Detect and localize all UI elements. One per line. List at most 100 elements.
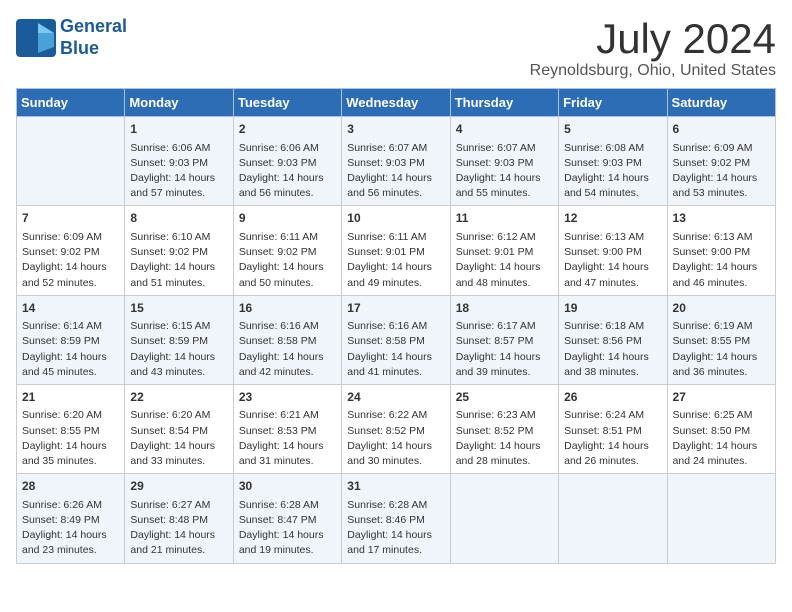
day-info-line: Sunset: 9:00 PM — [564, 245, 661, 260]
day-info-line: Sunset: 9:00 PM — [673, 245, 770, 260]
calendar-cell: 22Sunrise: 6:20 AMSunset: 8:54 PMDayligh… — [125, 384, 233, 473]
day-info-line: Sunset: 8:46 PM — [347, 513, 444, 528]
day-number: 19 — [564, 300, 661, 317]
day-number: 22 — [130, 389, 227, 406]
day-info-line: Sunset: 9:02 PM — [239, 245, 336, 260]
day-info-line: Sunset: 8:59 PM — [22, 334, 119, 349]
calendar-cell: 8Sunrise: 6:10 AMSunset: 9:02 PMDaylight… — [125, 206, 233, 295]
day-info-line: and 24 minutes. — [673, 454, 770, 469]
day-info-line: Daylight: 14 hours — [130, 350, 227, 365]
day-info-line: and 19 minutes. — [239, 543, 336, 558]
day-info-line: Sunset: 8:52 PM — [347, 424, 444, 439]
day-info-line: Sunrise: 6:20 AM — [22, 408, 119, 423]
day-info-line: and 38 minutes. — [564, 365, 661, 380]
calendar-cell: 18Sunrise: 6:17 AMSunset: 8:57 PMDayligh… — [450, 295, 558, 384]
calendar-cell: 17Sunrise: 6:16 AMSunset: 8:58 PMDayligh… — [342, 295, 450, 384]
day-number: 13 — [673, 210, 770, 227]
weekday-header-tuesday: Tuesday — [233, 89, 341, 117]
day-number: 6 — [673, 121, 770, 138]
day-info-line: Sunrise: 6:24 AM — [564, 408, 661, 423]
day-info-line: Sunrise: 6:13 AM — [673, 230, 770, 245]
day-info-line: Sunset: 8:47 PM — [239, 513, 336, 528]
day-info-line: and 52 minutes. — [22, 276, 119, 291]
day-info-line: Daylight: 14 hours — [239, 171, 336, 186]
calendar-cell: 24Sunrise: 6:22 AMSunset: 8:52 PMDayligh… — [342, 384, 450, 473]
day-info-line: Sunrise: 6:10 AM — [130, 230, 227, 245]
day-info-line: Daylight: 14 hours — [564, 260, 661, 275]
day-info-line: Daylight: 14 hours — [673, 350, 770, 365]
day-info-line: Sunset: 8:52 PM — [456, 424, 553, 439]
weekday-header-sunday: Sunday — [17, 89, 125, 117]
day-info-line: Sunrise: 6:14 AM — [22, 319, 119, 334]
calendar-cell: 10Sunrise: 6:11 AMSunset: 9:01 PMDayligh… — [342, 206, 450, 295]
day-info-line: and 48 minutes. — [456, 276, 553, 291]
day-number: 7 — [22, 210, 119, 227]
day-info-line: and 21 minutes. — [130, 543, 227, 558]
calendar-week-row: 7Sunrise: 6:09 AMSunset: 9:02 PMDaylight… — [17, 206, 776, 295]
day-info-line: Sunrise: 6:12 AM — [456, 230, 553, 245]
calendar-cell: 19Sunrise: 6:18 AMSunset: 8:56 PMDayligh… — [559, 295, 667, 384]
calendar-cell: 28Sunrise: 6:26 AMSunset: 8:49 PMDayligh… — [17, 474, 125, 563]
day-info-line: Sunset: 8:53 PM — [239, 424, 336, 439]
day-info-line: Sunset: 8:48 PM — [130, 513, 227, 528]
day-number: 25 — [456, 389, 553, 406]
day-info-line: Sunrise: 6:06 AM — [239, 141, 336, 156]
day-info-line: Sunrise: 6:28 AM — [347, 498, 444, 513]
day-info-line: Daylight: 14 hours — [347, 171, 444, 186]
calendar-cell: 27Sunrise: 6:25 AMSunset: 8:50 PMDayligh… — [667, 384, 775, 473]
day-info-line: Sunrise: 6:21 AM — [239, 408, 336, 423]
day-info-line: and 51 minutes. — [130, 276, 227, 291]
day-info-line: and 46 minutes. — [673, 276, 770, 291]
day-info-line: Sunrise: 6:09 AM — [22, 230, 119, 245]
day-info-line: Daylight: 14 hours — [347, 350, 444, 365]
day-info-line: Sunrise: 6:17 AM — [456, 319, 553, 334]
calendar-cell: 20Sunrise: 6:19 AMSunset: 8:55 PMDayligh… — [667, 295, 775, 384]
day-info-line: Daylight: 14 hours — [347, 260, 444, 275]
day-number: 8 — [130, 210, 227, 227]
day-number: 4 — [456, 121, 553, 138]
day-info-line: Sunrise: 6:08 AM — [564, 141, 661, 156]
day-number: 12 — [564, 210, 661, 227]
day-info-line: Sunrise: 6:07 AM — [456, 141, 553, 156]
calendar-cell: 29Sunrise: 6:27 AMSunset: 8:48 PMDayligh… — [125, 474, 233, 563]
day-info-line: Sunset: 9:03 PM — [130, 156, 227, 171]
calendar-week-row: 14Sunrise: 6:14 AMSunset: 8:59 PMDayligh… — [17, 295, 776, 384]
month-year: July 2024 — [530, 16, 776, 62]
day-info-line: Sunrise: 6:26 AM — [22, 498, 119, 513]
day-info-line: Sunset: 8:55 PM — [673, 334, 770, 349]
day-number: 24 — [347, 389, 444, 406]
day-info-line: Sunset: 9:02 PM — [130, 245, 227, 260]
calendar-cell: 12Sunrise: 6:13 AMSunset: 9:00 PMDayligh… — [559, 206, 667, 295]
day-number: 31 — [347, 478, 444, 495]
day-info-line: Daylight: 14 hours — [564, 439, 661, 454]
calendar-cell: 31 Sunrise: 6:28 AMSunset: 8:46 PMDayligh… — [342, 474, 450, 563]
day-info-line: Sunrise: 6:11 AM — [239, 230, 336, 245]
calendar-cell: 16Sunrise: 6:16 AMSunset: 8:58 PMDayligh… — [233, 295, 341, 384]
day-number: 5 — [564, 121, 661, 138]
day-info-line: Daylight: 14 hours — [239, 528, 336, 543]
calendar-cell: 5Sunrise: 6:08 AMSunset: 9:03 PMDaylight… — [559, 117, 667, 206]
day-info-line: and 49 minutes. — [347, 276, 444, 291]
logo-icon — [16, 19, 56, 57]
day-number: 28 — [22, 478, 119, 495]
day-info-line: Daylight: 14 hours — [239, 350, 336, 365]
day-number: 1 — [130, 121, 227, 138]
logo-text: General Blue — [60, 16, 127, 59]
weekday-header-thursday: Thursday — [450, 89, 558, 117]
day-number: 30 — [239, 478, 336, 495]
day-info-line: Daylight: 14 hours — [130, 528, 227, 543]
day-info-line: Daylight: 14 hours — [347, 528, 444, 543]
day-info-line: Sunset: 8:59 PM — [130, 334, 227, 349]
day-info-line: Sunrise: 6:09 AM — [673, 141, 770, 156]
day-info-line: Sunset: 8:50 PM — [673, 424, 770, 439]
day-number: 10 — [347, 210, 444, 227]
day-info-line: Sunrise: 6:22 AM — [347, 408, 444, 423]
calendar-cell: 9Sunrise: 6:11 AMSunset: 9:02 PMDaylight… — [233, 206, 341, 295]
day-info-line: and 39 minutes. — [456, 365, 553, 380]
day-info-line: Sunset: 8:51 PM — [564, 424, 661, 439]
calendar-cell — [17, 117, 125, 206]
day-info-line: Sunset: 9:02 PM — [22, 245, 119, 260]
logo: General Blue — [16, 16, 127, 59]
day-info-line: Sunrise: 6:18 AM — [564, 319, 661, 334]
day-number: 21 — [22, 389, 119, 406]
